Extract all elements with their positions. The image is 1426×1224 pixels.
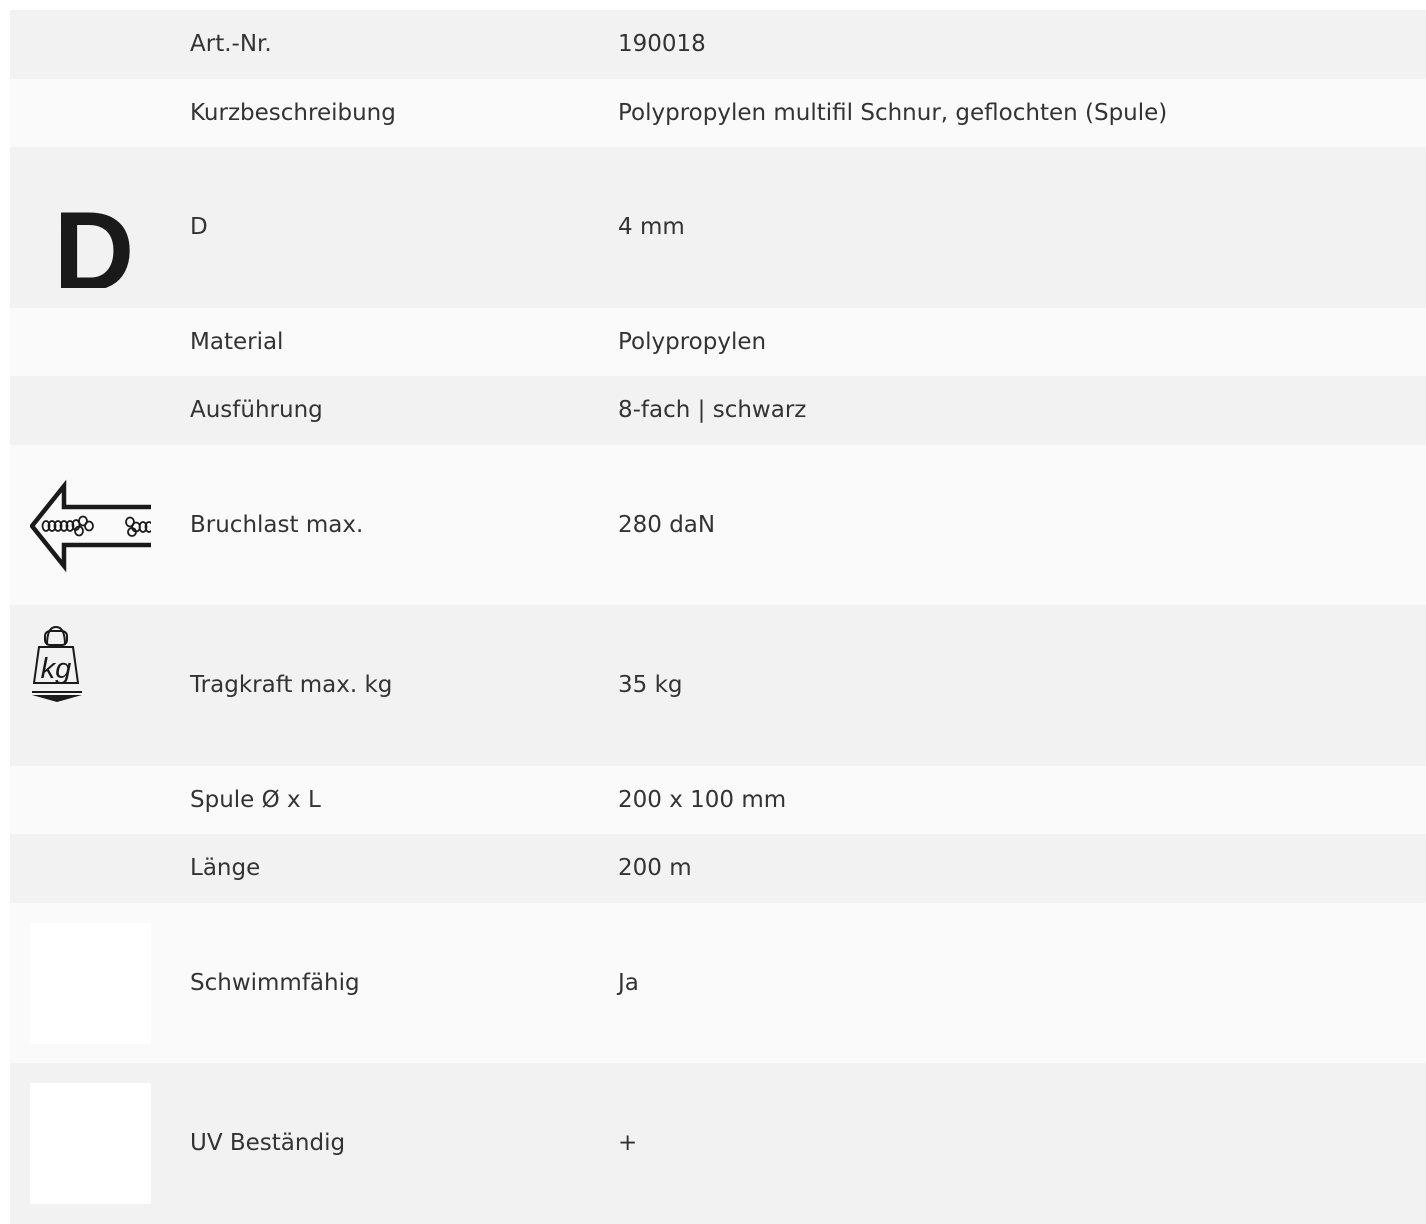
breaking-load-arrow-icon — [30, 465, 151, 586]
row-label: Material — [190, 328, 284, 355]
svg-text:kg: kg — [41, 653, 72, 685]
spec-table: Art.-Nr. 190018 Kurzbeschreibung Polypro… — [10, 10, 1426, 1224]
table-row: D D 4 mm — [10, 147, 1426, 308]
row-value: 200 m — [618, 855, 692, 882]
row-value: + — [618, 1130, 638, 1157]
weight-kg-icon: kg — [30, 625, 151, 746]
row-value: Ja — [618, 969, 639, 996]
row-label: UV Beständig — [190, 1130, 346, 1157]
table-row: Ausführung 8-fach | schwarz — [10, 376, 1426, 445]
row-label: Schwimmfähig — [190, 969, 360, 996]
svg-text:D: D — [54, 189, 135, 288]
row-value: 35 kg — [618, 672, 683, 699]
row-value: 8-fach | schwarz — [618, 397, 807, 424]
table-row: Spule Ø x L 200 x 100 mm — [10, 765, 1426, 834]
row-value: 190018 — [618, 31, 706, 58]
row-label: Kurzbeschreibung — [190, 99, 396, 126]
row-label: Spule Ø x L — [190, 786, 321, 813]
table-row: Kurzbeschreibung Polypropylen multifil S… — [10, 78, 1426, 147]
row-label: D — [190, 214, 208, 241]
row-value: 4 mm — [618, 214, 685, 241]
blank-icon — [30, 1083, 151, 1204]
row-label: Art.-Nr. — [190, 31, 272, 58]
row-label: Länge — [190, 855, 261, 882]
table-row: Schwimmfähig Ja — [10, 902, 1426, 1063]
table-row: Bruchlast max. 280 daN — [10, 444, 1426, 605]
row-value: Polypropylen — [618, 328, 767, 355]
row-value: Polypropylen multifil Schnur, geflochten… — [618, 99, 1168, 126]
row-label: Tragkraft max. kg — [190, 672, 393, 699]
table-row: Art.-Nr. 190018 — [10, 10, 1426, 79]
row-label: Ausführung — [190, 397, 323, 424]
table-row: Material Polypropylen — [10, 307, 1426, 376]
table-row: Länge 200 m — [10, 834, 1426, 903]
diameter-d-icon: D — [30, 167, 151, 288]
row-value: 280 daN — [618, 511, 716, 538]
blank-icon — [30, 922, 151, 1044]
table-row: kg Tragkraft max. kg 35 kg — [10, 605, 1426, 766]
row-label: Bruchlast max. — [190, 511, 364, 538]
row-value: 200 x 100 mm — [618, 786, 787, 813]
table-row: UV Beständig + — [10, 1063, 1426, 1224]
